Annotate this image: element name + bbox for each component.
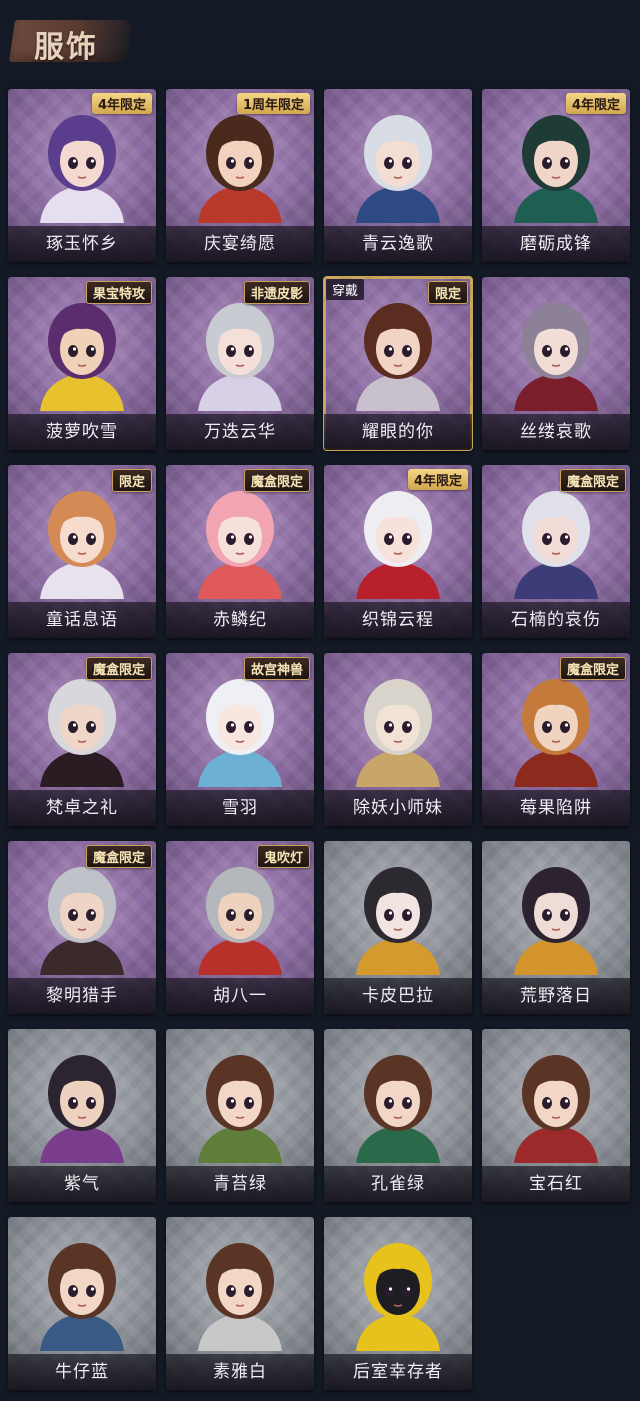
costume-card[interactable]: 魔盒限定石楠的哀伤 (482, 465, 630, 638)
costume-name: 童话息语 (8, 602, 156, 638)
costume-card[interactable]: 宝石红 (482, 1029, 630, 1202)
character-portrait (356, 1243, 440, 1351)
costume-card[interactable]: 魔盒限定莓果陷阱 (482, 653, 630, 826)
costume-card[interactable]: 紫气 (8, 1029, 156, 1202)
costume-name: 胡八一 (166, 978, 314, 1014)
character-portrait (356, 491, 440, 599)
character-portrait (514, 303, 598, 411)
costume-card[interactable]: 魔盒限定黎明猎手 (8, 841, 156, 1014)
costume-name: 青苔绿 (166, 1166, 314, 1202)
costume-name: 琢玉怀乡 (8, 226, 156, 262)
costume-name: 耀眼的你 (324, 414, 472, 450)
character-portrait (40, 303, 124, 411)
character-portrait (514, 867, 598, 975)
costume-card[interactable]: 素雅白 (166, 1217, 314, 1390)
costume-name: 紫气 (8, 1166, 156, 1202)
costume-name: 赤鳞纪 (166, 602, 314, 638)
character-portrait (356, 115, 440, 223)
limited-tag: 果宝特攻 (85, 281, 152, 304)
costume-card[interactable]: 非遗皮影万迭云华 (166, 277, 314, 450)
costume-name: 后室幸存者 (324, 1354, 472, 1390)
limited-tag: 4年限定 (91, 93, 152, 114)
character-portrait (198, 1243, 282, 1351)
costume-grid: 4年限定 琢玉怀乡 1周年限定 庆宴绮愿 青云逸歌 4年限定 磨砺成锋 果宝特攻 菠萝吹雪 非遗皮… (0, 0, 640, 1401)
costume-card[interactable]: 丝缕哀歌 (482, 277, 630, 450)
costume-card[interactable]: 魔盒限定赤鳞纪 (166, 465, 314, 638)
character-portrait (40, 1243, 124, 1351)
costume-name: 石楠的哀伤 (482, 602, 630, 638)
costume-name: 雪羽 (166, 790, 314, 826)
limited-tag: 4年限定 (565, 93, 626, 114)
character-portrait (198, 491, 282, 599)
costume-name: 菠萝吹雪 (8, 414, 156, 450)
character-portrait (40, 491, 124, 599)
limited-tag: 魔盒限定 (559, 657, 626, 680)
character-portrait (198, 867, 282, 975)
costume-card[interactable]: 鬼吹灯胡八一 (166, 841, 314, 1014)
costume-card[interactable]: 青苔绿 (166, 1029, 314, 1202)
character-portrait (40, 115, 124, 223)
limited-tag: 限定 (427, 281, 468, 304)
costume-name: 莓果陷阱 (482, 790, 630, 826)
limited-tag: 魔盒限定 (559, 469, 626, 492)
limited-tag: 4年限定 (407, 469, 468, 490)
character-portrait (198, 1055, 282, 1163)
costume-card[interactable]: 牛仔蓝 (8, 1217, 156, 1390)
costume-name: 宝石红 (482, 1166, 630, 1202)
character-portrait (514, 115, 598, 223)
character-portrait (40, 867, 124, 975)
limited-tag: 故宫神兽 (243, 657, 310, 680)
costume-card[interactable]: 1周年限定庆宴绮愿 (166, 89, 314, 262)
costume-card[interactable]: 孔雀绿 (324, 1029, 472, 1202)
costume-name: 庆宴绮愿 (166, 226, 314, 262)
costume-name: 磨砺成锋 (482, 226, 630, 262)
costume-card[interactable]: 限定 穿戴耀眼的你 (323, 276, 473, 451)
limited-tag: 魔盒限定 (85, 657, 152, 680)
character-portrait (40, 1055, 124, 1163)
costume-card[interactable]: 卡皮巴拉 (324, 841, 472, 1014)
costume-name: 荒野落日 (482, 978, 630, 1014)
worn-badge: 穿戴 (326, 279, 365, 300)
costume-card[interactable]: 果宝特攻菠萝吹雪 (8, 277, 156, 450)
costume-card[interactable]: 除妖小师妹 (324, 653, 472, 826)
costume-name: 卡皮巴拉 (324, 978, 472, 1014)
costume-name: 丝缕哀歌 (482, 414, 630, 450)
costume-name: 黎明猎手 (8, 978, 156, 1014)
costume-card[interactable]: 故宫神兽雪羽 (166, 653, 314, 826)
character-portrait (356, 867, 440, 975)
costume-card[interactable]: 青云逸歌 (324, 89, 472, 262)
character-portrait (514, 679, 598, 787)
limited-tag: 魔盒限定 (243, 469, 310, 492)
costume-name: 牛仔蓝 (8, 1354, 156, 1390)
costume-name: 素雅白 (166, 1354, 314, 1390)
character-portrait (356, 679, 440, 787)
costume-card[interactable]: 4年限定琢玉怀乡 (8, 89, 156, 262)
character-portrait (356, 1055, 440, 1163)
character-portrait (514, 1055, 598, 1163)
character-portrait (198, 679, 282, 787)
character-portrait (40, 679, 124, 787)
limited-tag: 非遗皮影 (243, 281, 310, 304)
costume-card[interactable]: 限定童话息语 (8, 465, 156, 638)
costume-card[interactable]: 荒野落日 (482, 841, 630, 1014)
costume-card[interactable]: 后室幸存者 (324, 1217, 472, 1390)
character-portrait (198, 115, 282, 223)
costume-name: 孔雀绿 (324, 1166, 472, 1202)
limited-tag: 限定 (111, 469, 152, 492)
character-portrait (356, 303, 440, 411)
costume-name: 梵卓之礼 (8, 790, 156, 826)
limited-tag: 1周年限定 (236, 93, 310, 114)
costume-name: 除妖小师妹 (324, 790, 472, 826)
costume-name: 织锦云程 (324, 602, 472, 638)
costume-name: 青云逸歌 (324, 226, 472, 262)
costume-card[interactable]: 4年限定磨砺成锋 (482, 89, 630, 262)
character-portrait (514, 491, 598, 599)
limited-tag: 鬼吹灯 (256, 845, 310, 868)
costume-card[interactable]: 4年限定织锦云程 (324, 465, 472, 638)
character-portrait (198, 303, 282, 411)
costume-name: 万迭云华 (166, 414, 314, 450)
limited-tag: 魔盒限定 (85, 845, 152, 868)
costume-card[interactable]: 魔盒限定梵卓之礼 (8, 653, 156, 826)
